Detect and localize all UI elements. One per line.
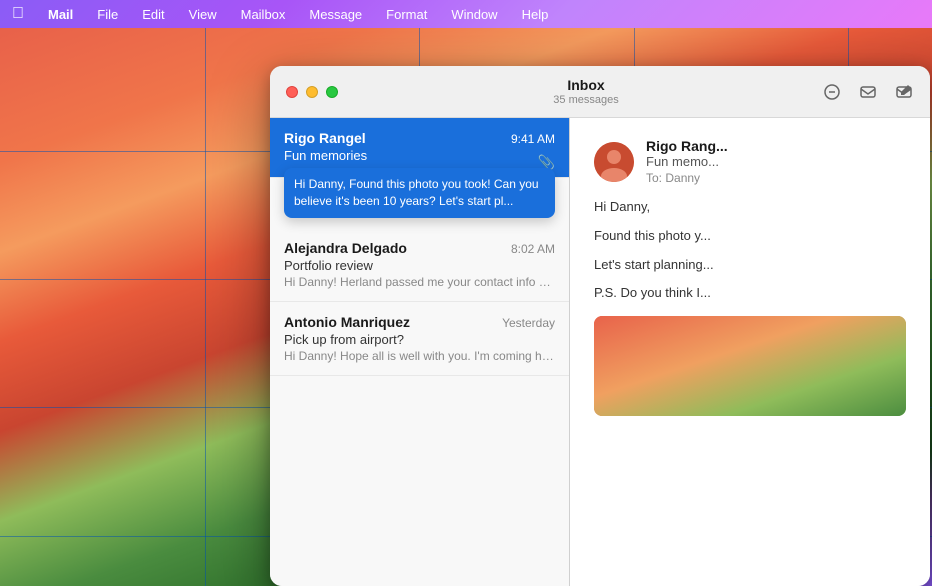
body-line-3: Let's start planning...: [594, 255, 906, 276]
body-line-1: Hi Danny,: [594, 197, 906, 218]
time-3: Yesterday: [502, 316, 555, 330]
time-1: 9:41 AM: [511, 132, 555, 146]
message-detail: Rigo Rang... Fun memo... To: Danny Hi Da…: [570, 118, 930, 586]
menu-file[interactable]: File: [93, 5, 122, 24]
window-title-area: Inbox 35 messages: [350, 77, 822, 106]
menu-format[interactable]: Format: [382, 5, 431, 24]
sender-3: Antonio Manriquez: [284, 314, 410, 330]
menu-view[interactable]: View: [185, 5, 221, 24]
detail-to: To: Danny: [646, 171, 728, 185]
body-line-4: P.S. Do you think I...: [594, 283, 906, 304]
apple-menu[interactable]: : [8, 3, 28, 25]
message-header-2: Alejandra Delgado 8:02 AM: [284, 240, 555, 256]
traffic-lights: [286, 86, 338, 98]
close-button[interactable]: [286, 86, 298, 98]
avatar: [594, 142, 634, 182]
menu-help[interactable]: Help: [518, 5, 553, 24]
mailbox-icon[interactable]: [858, 82, 878, 102]
menu-mailbox[interactable]: Mailbox: [237, 5, 290, 24]
message-item-1[interactable]: Rigo Rangel 9:41 AM Fun memories 📎 Hi Da…: [270, 118, 569, 178]
menu-mail[interactable]: Mail: [44, 5, 77, 24]
detail-body: Hi Danny, Found this photo y... Let's st…: [594, 197, 906, 304]
maximize-button[interactable]: [326, 86, 338, 98]
compose-icon[interactable]: [894, 82, 914, 102]
titlebar-actions: [822, 82, 914, 102]
menu-bar:  Mail File Edit View Mailbox Message Fo…: [0, 0, 932, 28]
window-titlebar: Inbox 35 messages: [270, 66, 930, 118]
message-item-2[interactable]: Alejandra Delgado 8:02 AM Portfolio revi…: [270, 228, 569, 302]
wallpaper: Inbox 35 messages: [0, 28, 932, 586]
time-2: 8:02 AM: [511, 242, 555, 256]
message-header-3: Antonio Manriquez Yesterday: [284, 314, 555, 330]
minimize-button[interactable]: [306, 86, 318, 98]
subject-3: Pick up from airport?: [284, 332, 555, 347]
window-body: Rigo Rangel 9:41 AM Fun memories 📎 Hi Da…: [270, 118, 930, 586]
grid-line-v1: [205, 28, 206, 586]
menu-window[interactable]: Window: [447, 5, 501, 24]
to-name: Danny: [665, 171, 700, 185]
sender-2: Alejandra Delgado: [284, 240, 407, 256]
detail-sender-name: Rigo Rang...: [646, 138, 728, 154]
message-header-1: Rigo Rangel 9:41 AM: [284, 130, 555, 146]
to-label: To:: [646, 171, 662, 185]
sender-1: Rigo Rangel: [284, 130, 366, 146]
message-list[interactable]: Rigo Rangel 9:41 AM Fun memories 📎 Hi Da…: [270, 118, 570, 586]
tooltip-text: Hi Danny, Found this photo you took! Can…: [294, 176, 545, 210]
message-count: 35 messages: [350, 94, 822, 106]
preview-3: Hi Danny! Hope all is well with you. I'm…: [284, 349, 555, 363]
menu-message[interactable]: Message: [305, 5, 366, 24]
inbox-title: Inbox: [350, 77, 822, 93]
subject-1: Fun memories: [284, 148, 555, 163]
detail-subject: Fun memo...: [646, 154, 728, 169]
mail-window: Inbox 35 messages: [270, 66, 930, 586]
message-item-3[interactable]: Antonio Manriquez Yesterday Pick up from…: [270, 302, 569, 376]
menu-edit[interactable]: Edit: [138, 5, 168, 24]
detail-sender-info: Rigo Rang... Fun memo... To: Danny: [646, 138, 728, 185]
detail-photo-thumbnail: [594, 316, 906, 416]
detail-sender-row: Rigo Rang... Fun memo... To: Danny: [594, 138, 906, 185]
subject-2: Portfolio review: [284, 258, 555, 273]
body-line-2: Found this photo y...: [594, 226, 906, 247]
message-preview-tooltip: Hi Danny, Found this photo you took! Can…: [284, 168, 555, 218]
filter-icon[interactable]: [822, 82, 842, 102]
preview-2: Hi Danny! Herland passed me your contact…: [284, 275, 555, 289]
